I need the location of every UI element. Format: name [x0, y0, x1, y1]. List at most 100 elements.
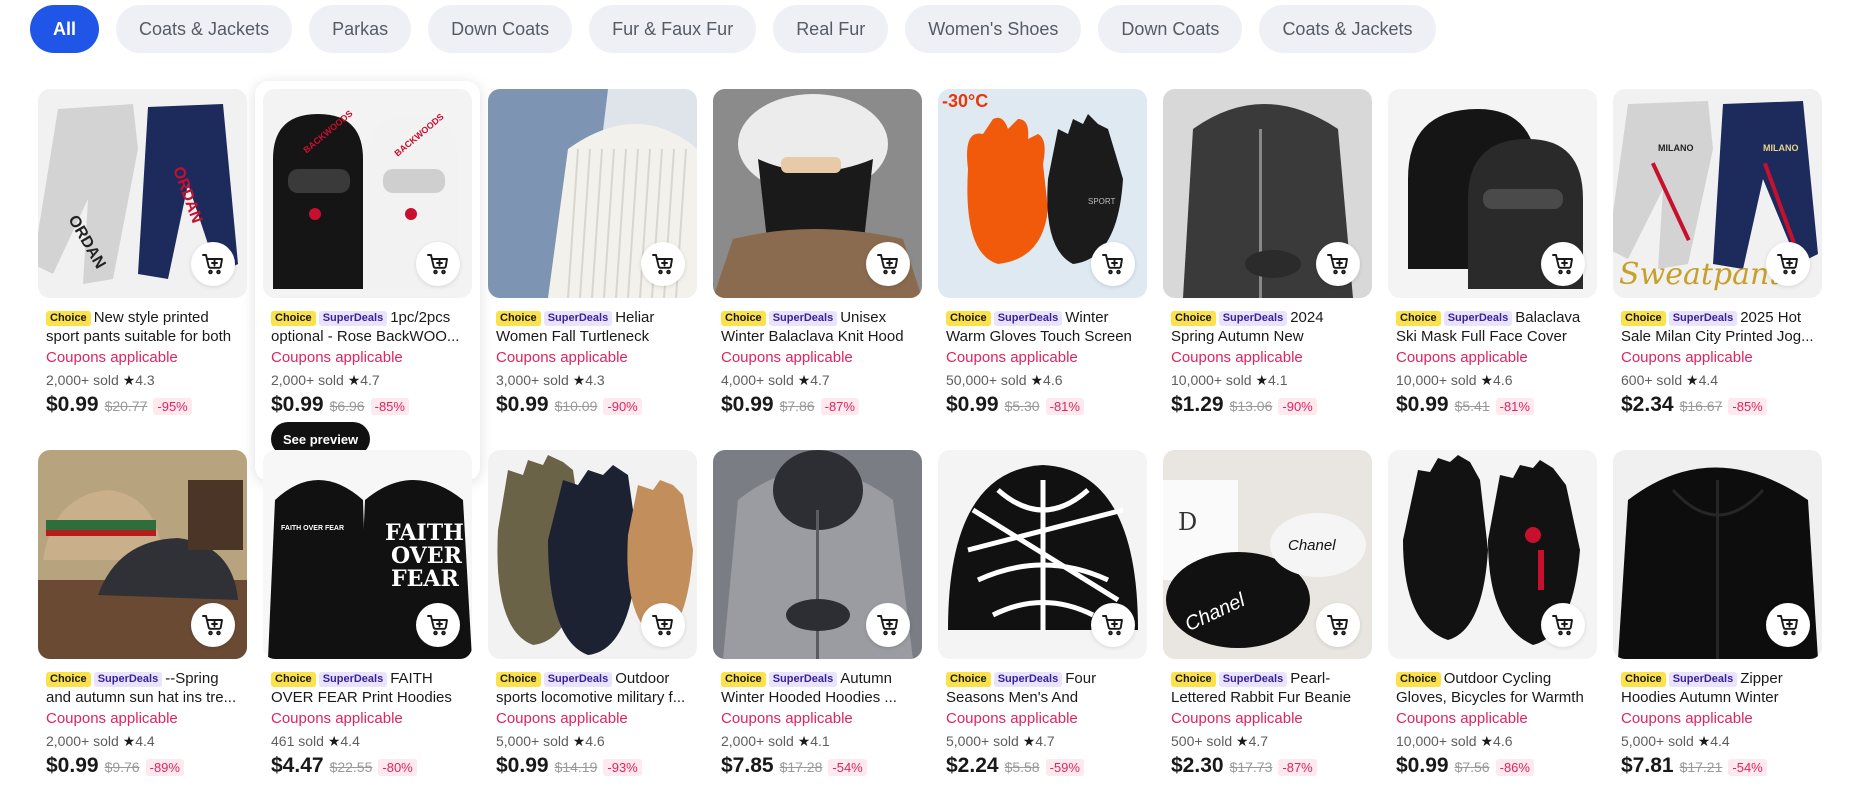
product-image[interactable]	[713, 450, 922, 659]
product-image[interactable]	[488, 89, 697, 298]
filter-chip[interactable]: Coats & Jackets	[1259, 5, 1436, 53]
product-title[interactable]: ChoiceSuperDeals2024 Spring Autumn New I…	[1171, 308, 1364, 346]
superdeals-badge: SuperDeals	[768, 311, 838, 326]
choice-badge: Choice	[721, 311, 766, 326]
cart-plus-icon	[1326, 252, 1350, 276]
coupon-label: Coupons applicable	[946, 710, 1078, 727]
product-card[interactable]: FAITH OVER FEAR FAITH OVER FEAR Choice Su…	[263, 450, 472, 794]
filter-chip[interactable]: Women's Shoes	[905, 5, 1082, 53]
product-card[interactable]: Choice SuperDeals Outdoor sports locomotiv…	[488, 450, 697, 794]
sales-rating: 461 sold ★4.4	[271, 732, 464, 750]
coupon-label: Coupons applicable	[946, 349, 1078, 366]
product-card[interactable]: Choice SuperDeals Balaclava Ski Mask Full …	[1388, 89, 1597, 433]
original-price: $6.96	[329, 398, 365, 414]
svg-text:SPORT: SPORT	[1088, 197, 1116, 206]
add-to-cart-button[interactable]	[1541, 603, 1585, 647]
star-icon: ★	[572, 372, 586, 388]
original-price: $7.86	[779, 398, 815, 414]
filter-chip[interactable]: Real Fur	[773, 5, 889, 53]
add-to-cart-button[interactable]	[1091, 603, 1135, 647]
product-card[interactable]: Choice SuperDeals Zipper Hoodies Autumn Wi…	[1613, 450, 1822, 794]
price-row: $0.99 $6.96 -85%	[271, 393, 464, 417]
product-image[interactable]: BACKWOODS BACKWOODS	[263, 89, 472, 298]
product-image[interactable]: MILANO MILANO Sweatpants	[1613, 89, 1822, 298]
product-title[interactable]: Choice SuperDeals Heliar Women Fall Turtle…	[496, 308, 689, 346]
product-title[interactable]: Choice SuperDeals Autumn Winter Hooded Hoo…	[721, 669, 914, 707]
product-title[interactable]: Choice Outdoor Cycling Gloves, Bicycles f…	[1396, 669, 1589, 707]
product-image[interactable]	[38, 450, 247, 659]
product-card[interactable]: MILANO MILANO Sweatpants Choice SuperDeal…	[1613, 89, 1822, 433]
filter-chip[interactable]: Coats & Jackets	[116, 5, 293, 53]
star-icon: ★	[1697, 733, 1711, 749]
add-to-cart-button[interactable]	[1541, 242, 1585, 286]
product-title[interactable]: Choice SuperDeals FAITH OVER FEAR Print Ho…	[271, 669, 464, 707]
product-image[interactable]: D Chanel Chanel	[1163, 450, 1372, 659]
star-icon: ★	[797, 372, 811, 388]
product-title[interactable]: ChoiceSuperDealsFour Seasons Men's And W…	[946, 669, 1139, 707]
add-to-cart-button[interactable]	[1316, 603, 1360, 647]
filter-chip[interactable]: Fur & Faux Fur	[589, 5, 757, 53]
add-to-cart-button[interactable]	[866, 603, 910, 647]
product-title[interactable]: Choice SuperDeals Outdoor sports locomotiv…	[496, 669, 689, 707]
add-to-cart-button[interactable]	[1766, 603, 1810, 647]
product-title[interactable]: Choice SuperDeals Unisex Winter Balaclava …	[721, 308, 914, 346]
product-card[interactable]: -30°C SPORT Choice SuperDeals Winter Warm …	[938, 89, 1147, 433]
price-row: $0.99 $7.86 -87%	[721, 393, 914, 417]
product-title[interactable]: Choice SuperDeals 1pc/2pcs optional - Rose…	[271, 308, 464, 346]
product-title[interactable]: Choice SuperDeals --Spring and autumn sun …	[46, 669, 239, 707]
product-image[interactable]: ORDAN ORDAN	[38, 89, 247, 298]
product-card[interactable]: ORDAN ORDAN Choice New style printed spor…	[38, 89, 247, 433]
product-image[interactable]	[1388, 450, 1597, 659]
product-image[interactable]: -30°C SPORT	[938, 89, 1147, 298]
filter-chip[interactable]: Down Coats	[1098, 5, 1243, 53]
product-card[interactable]: BACKWOODS BACKWOODS Choice SuperDeals 1pc/…	[255, 81, 480, 481]
product-image[interactable]	[938, 450, 1147, 659]
product-title[interactable]: Choice SuperDeals Zipper Hoodies Autumn Wi…	[1621, 669, 1814, 707]
product-image[interactable]	[713, 89, 922, 298]
original-price: $17.73	[1229, 759, 1273, 775]
add-to-cart-button[interactable]	[1766, 242, 1810, 286]
add-to-cart-button[interactable]	[641, 603, 685, 647]
add-to-cart-button[interactable]	[191, 242, 235, 286]
product-image[interactable]	[1163, 89, 1372, 298]
filter-chip[interactable]: Down Coats	[428, 5, 573, 53]
add-to-cart-button[interactable]	[1091, 242, 1135, 286]
product-card[interactable]: D Chanel Chanel Choice SuperDeals Pearl-Le…	[1163, 450, 1372, 794]
product-card[interactable]: Choice SuperDeals Autumn Winter Hooded Hoo…	[713, 450, 922, 794]
product-title[interactable]: Choice SuperDeals Winter Warm Gloves Touch…	[946, 308, 1139, 346]
add-to-cart-button[interactable]	[1316, 242, 1360, 286]
filter-chip[interactable]: All	[30, 5, 100, 53]
choice-badge: Choice	[271, 311, 316, 326]
add-to-cart-button[interactable]	[866, 242, 910, 286]
add-to-cart-button[interactable]	[416, 242, 460, 286]
discount-badge: -93%	[603, 759, 642, 776]
product-card[interactable]: Choice SuperDeals --Spring and autumn sun …	[38, 450, 247, 794]
discount-badge: -86%	[1495, 759, 1534, 776]
star-icon: ★	[572, 733, 586, 749]
product-title[interactable]: Choice SuperDeals Pearl-Lettered Rabbit Fu…	[1171, 669, 1364, 707]
sales-rating: 2,000+ sold ★4.7	[271, 371, 464, 389]
product-image[interactable]	[1388, 89, 1597, 298]
product-card[interactable]: ChoiceSuperDealsFour Seasons Men's And W…	[938, 450, 1147, 794]
product-card[interactable]: ChoiceSuperDeals2024 Spring Autumn New I…	[1163, 89, 1372, 433]
product-title[interactable]: Choice New style printed sport pants suit…	[46, 308, 239, 346]
sold-count: 5,000+ sold	[946, 733, 1019, 749]
add-to-cart-button[interactable]	[191, 603, 235, 647]
sale-price: $2.30	[1171, 754, 1224, 777]
sales-rating: 5,000+ sold ★4.6	[496, 732, 689, 750]
product-image[interactable]	[1613, 450, 1822, 659]
add-to-cart-button[interactable]	[641, 242, 685, 286]
product-image[interactable]: FAITH OVER FEAR FAITH OVER FEAR	[263, 450, 472, 659]
add-to-cart-button[interactable]	[416, 603, 460, 647]
product-card[interactable]: Choice SuperDeals Unisex Winter Balaclava …	[713, 89, 922, 433]
product-title[interactable]: Choice SuperDeals 2025 Hot Sale Milan City…	[1621, 308, 1814, 346]
original-price: $5.58	[1004, 759, 1040, 775]
product-title[interactable]: Choice SuperDeals Balaclava Ski Mask Full …	[1396, 308, 1589, 346]
category-filter-bar: All Coats & Jackets Parkas Down Coats Fur & …	[30, 5, 1436, 53]
superdeals-badge: SuperDeals	[93, 672, 163, 687]
product-image[interactable]	[488, 450, 697, 659]
product-card[interactable]: Choice SuperDeals Heliar Women Fall Turtle…	[488, 89, 697, 433]
cart-plus-icon	[201, 252, 225, 276]
product-card[interactable]: Choice Outdoor Cycling Gloves, Bicycles f…	[1388, 450, 1597, 794]
filter-chip[interactable]: Parkas	[309, 5, 412, 53]
